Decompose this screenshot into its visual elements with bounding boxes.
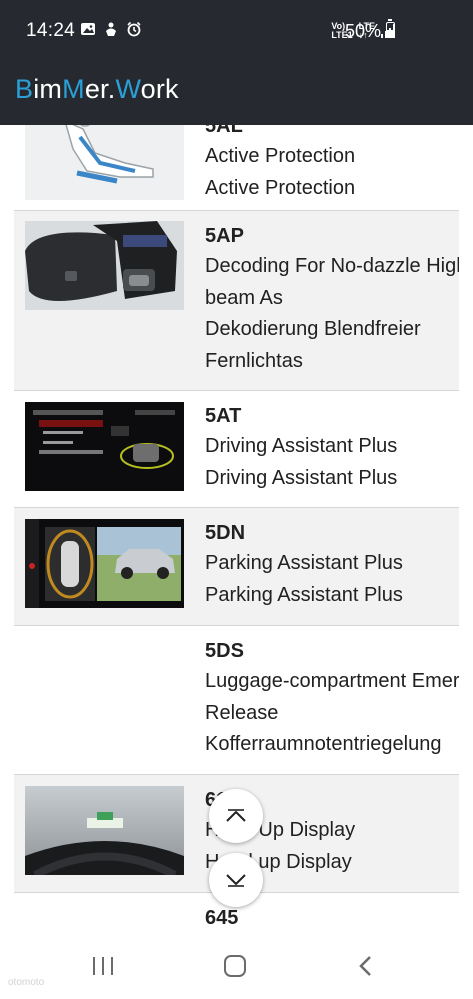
- site-logo[interactable]: BimMer.Work: [15, 74, 179, 105]
- status-bar: 14:24 Vo) LTE1 LTE ↓↑ 50%: [0, 0, 473, 62]
- notification-icons: [80, 21, 142, 37]
- alarm-icon: [127, 21, 141, 37]
- rearview-mirror-image: [25, 221, 184, 310]
- seat-airbag-image: [25, 125, 184, 200]
- option-name-de-cont: Fernlichtas: [205, 349, 303, 372]
- option-code: 5DN: [205, 522, 246, 544]
- option-name-en: Driving Assistant Plus: [205, 435, 398, 457]
- option-thumbnail: [25, 786, 184, 875]
- option-name-en: Parking Assistant Plus: [205, 552, 403, 574]
- option-name-de: Driving Assistant Plus: [205, 466, 398, 489]
- chevron-down-icon: [226, 874, 246, 887]
- option-thumbnail: [25, 402, 184, 491]
- battery-percent: 50%: [345, 21, 382, 41]
- option-name-en: Luggage-compartment Emergency: [205, 670, 459, 692]
- idrive-menu-image: [25, 402, 184, 491]
- option-name-de: Kofferraumnotentriegelung: [205, 733, 442, 755]
- option-code: 5AP: [205, 225, 244, 247]
- list-item[interactable]: 5AP Decoding For No-dazzle High beam As …: [14, 211, 459, 391]
- option-thumbnail: [25, 125, 184, 200]
- option-thumbnail: [25, 519, 184, 608]
- status-time: 14:24: [26, 20, 76, 41]
- option-code: 5DS: [205, 640, 244, 662]
- battery-icon: [386, 19, 395, 38]
- image-icon: [81, 23, 95, 35]
- parking-camera-image: [25, 519, 184, 608]
- option-code: 5AT: [205, 405, 242, 427]
- system-nav-bar: [0, 945, 473, 999]
- option-name-en-cont: Release: [205, 701, 279, 724]
- option-name-de: Dekodierung Blendfreier: [205, 318, 421, 340]
- home-icon[interactable]: [224, 955, 246, 977]
- list-item[interactable]: 5AL Active Protection Active Protection: [14, 125, 459, 211]
- option-thumbnail: [25, 221, 184, 310]
- app-header: BimMer.Work: [0, 62, 473, 125]
- recent-apps-icon[interactable]: [93, 957, 113, 975]
- hand-icon: [106, 22, 116, 36]
- list-item[interactable]: 5DS Luggage-compartment Emergency Releas…: [14, 626, 459, 775]
- scroll-down-button[interactable]: [209, 853, 263, 907]
- option-name-en-cont: beam As: [205, 286, 283, 309]
- scroll-up-button[interactable]: [209, 789, 263, 843]
- list-item[interactable]: 5AT Driving Assistant Plus Driving Assis…: [14, 391, 459, 508]
- option-code: 5AL: [205, 125, 243, 137]
- option-name-de: Parking Assistant Plus: [205, 583, 403, 606]
- list-item[interactable]: 5DN Parking Assistant Plus Parking Assis…: [14, 508, 459, 626]
- option-name-en: Decoding For No-dazzle High: [205, 255, 459, 277]
- head-up-display-image: [25, 786, 184, 875]
- watermark: otomoto: [8, 977, 45, 988]
- chevron-up-icon: [226, 809, 246, 822]
- option-code: 645: [205, 907, 239, 929]
- option-name-en: Active Protection: [205, 145, 356, 167]
- option-name-de: Active Protection: [205, 176, 356, 199]
- back-icon[interactable]: [358, 955, 372, 977]
